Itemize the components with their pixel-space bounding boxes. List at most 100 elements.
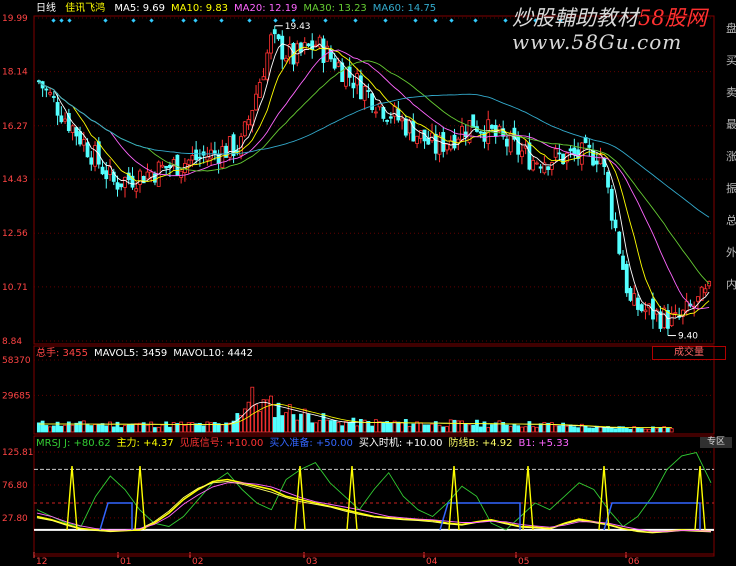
volume-bar-75 <box>317 420 322 433</box>
candle-body-79 <box>332 58 337 69</box>
candle-body-81 <box>340 62 345 82</box>
signal-spike-1 <box>134 465 146 530</box>
indicator-label-5: 防线B: +4.92 <box>448 438 513 449</box>
candle-body-90 <box>373 111 378 114</box>
indicator-label-4: 买入时机: +10.00 <box>358 438 443 449</box>
indicator-frame <box>33 435 715 557</box>
candle-body-122 <box>493 125 498 137</box>
volume-bar-70 <box>299 413 303 433</box>
volume-bar-142 <box>568 424 573 433</box>
candle-body-84 <box>351 82 356 89</box>
stock-chart[interactable]: 19.99 18.14 16.27 14.43 12.56 10.71 8.84 19.43 9… <box>0 0 736 566</box>
volume-bar-109 <box>445 426 449 433</box>
volume-bar-97 <box>400 422 404 433</box>
candle-body-0 <box>36 80 41 83</box>
candle-body-167 <box>662 307 667 329</box>
volume-bar-168 <box>666 427 670 433</box>
candle-body-156 <box>621 255 625 270</box>
volume-bar-148 <box>591 427 595 433</box>
candle-body-31 <box>153 173 157 183</box>
volume-bar-92 <box>381 421 386 433</box>
stock-name[interactable]: 佳讯飞鸿 <box>65 3 105 14</box>
volume-bar-144 <box>576 427 580 433</box>
volume-bar-3 <box>48 426 53 433</box>
candle-body-153 <box>609 188 614 221</box>
volume-bar-122 <box>493 422 498 433</box>
volume-bar-94 <box>388 422 393 433</box>
indicator-tick-2: 27.80 <box>2 514 28 524</box>
ma-label-0: MA5: 9.69 <box>114 3 166 14</box>
volume-bar-36 <box>171 422 176 433</box>
zone-button[interactable]: 专区 <box>700 437 732 448</box>
candle-body-138 <box>553 148 558 158</box>
candle-body-116 <box>471 114 476 128</box>
volume-bar-24 <box>126 424 131 433</box>
candle-body-76 <box>321 38 326 63</box>
candle-body-22 <box>119 183 124 188</box>
volume-bar-138 <box>553 425 558 433</box>
candle-body-128 <box>516 136 521 155</box>
volume-bar-161 <box>639 428 644 433</box>
volume-bar-42 <box>194 423 199 433</box>
candle-body-62 <box>269 34 273 54</box>
price-header: 日线 佳讯飞鸿 MA5: 9.69 MA10: 9.83 MA20: 12.19 MA… <box>36 3 448 15</box>
volume-bar-14 <box>89 425 94 433</box>
candle-body-72 <box>306 43 311 47</box>
candle-body-170 <box>673 312 678 314</box>
volume-bar-20 <box>111 426 116 433</box>
volume-bar-83 <box>347 422 352 433</box>
candle-body-17 <box>100 166 105 175</box>
price-tick-0: 19.99 <box>2 14 28 24</box>
volume-bar-82 <box>344 421 348 433</box>
event-marker-7 <box>193 18 198 23</box>
candle-body-152 <box>606 171 610 188</box>
volume-bar-91 <box>377 421 382 433</box>
candle-body-71 <box>302 42 307 50</box>
candle-body-55 <box>242 121 247 137</box>
event-marker-1 <box>59 18 64 23</box>
candle-body-134 <box>538 166 543 169</box>
candle-body-13 <box>85 142 90 158</box>
volume-bar-4 <box>51 425 56 433</box>
volume-bar-16 <box>96 424 101 433</box>
candle-body-3 <box>48 92 53 95</box>
candle-body-21 <box>115 182 120 190</box>
volume-bar-126 <box>508 426 513 433</box>
ma-label-3: MA30: 13.23 <box>303 3 367 14</box>
volume-bar-115 <box>467 424 472 433</box>
volume-bar-157 <box>624 427 629 433</box>
candle-body-5 <box>55 102 60 116</box>
period-label: 日线 <box>36 3 56 14</box>
low-price-label: 9.40 <box>678 332 698 342</box>
volume-bar-35 <box>168 426 172 433</box>
volume-bar-10 <box>74 422 79 433</box>
candle-body-82 <box>344 68 348 87</box>
volume-bar-121 <box>490 424 494 433</box>
indicator-tick-1: 76.80 <box>2 481 28 491</box>
volume-bar-29 <box>145 424 150 433</box>
volume-bar-89 <box>370 425 375 433</box>
volume-bar-112 <box>456 420 461 433</box>
indicator-label-3: 买入准备: +50.00 <box>269 438 353 449</box>
volume-bar-165 <box>654 428 659 433</box>
indicator-label-2: 见底信号: +10.00 <box>179 438 264 449</box>
volume-bar-88 <box>366 421 371 433</box>
volume-bar-80 <box>336 422 341 433</box>
volume-bar-76 <box>321 413 326 433</box>
volume-bar-128 <box>516 425 521 433</box>
candle-body-113 <box>460 125 464 141</box>
volume-bar-41 <box>190 422 195 433</box>
event-marker-6 <box>181 18 186 23</box>
candle-body-47 <box>212 150 217 154</box>
volume-bar-158 <box>628 428 633 433</box>
volume-bar-116 <box>471 424 476 433</box>
volume-indicator-select[interactable]: 成交量 <box>652 346 726 360</box>
volume-bar-139 <box>557 425 562 433</box>
candle-body-52 <box>231 134 236 157</box>
candle-body-108 <box>441 132 446 152</box>
event-marker-13 <box>353 18 358 23</box>
volume-bar-98 <box>403 419 408 433</box>
price-tick-6: 8.84 <box>2 337 22 347</box>
volume-bar-113 <box>460 420 464 433</box>
watermark-title: 炒股輔助教材58股网 <box>512 6 707 30</box>
